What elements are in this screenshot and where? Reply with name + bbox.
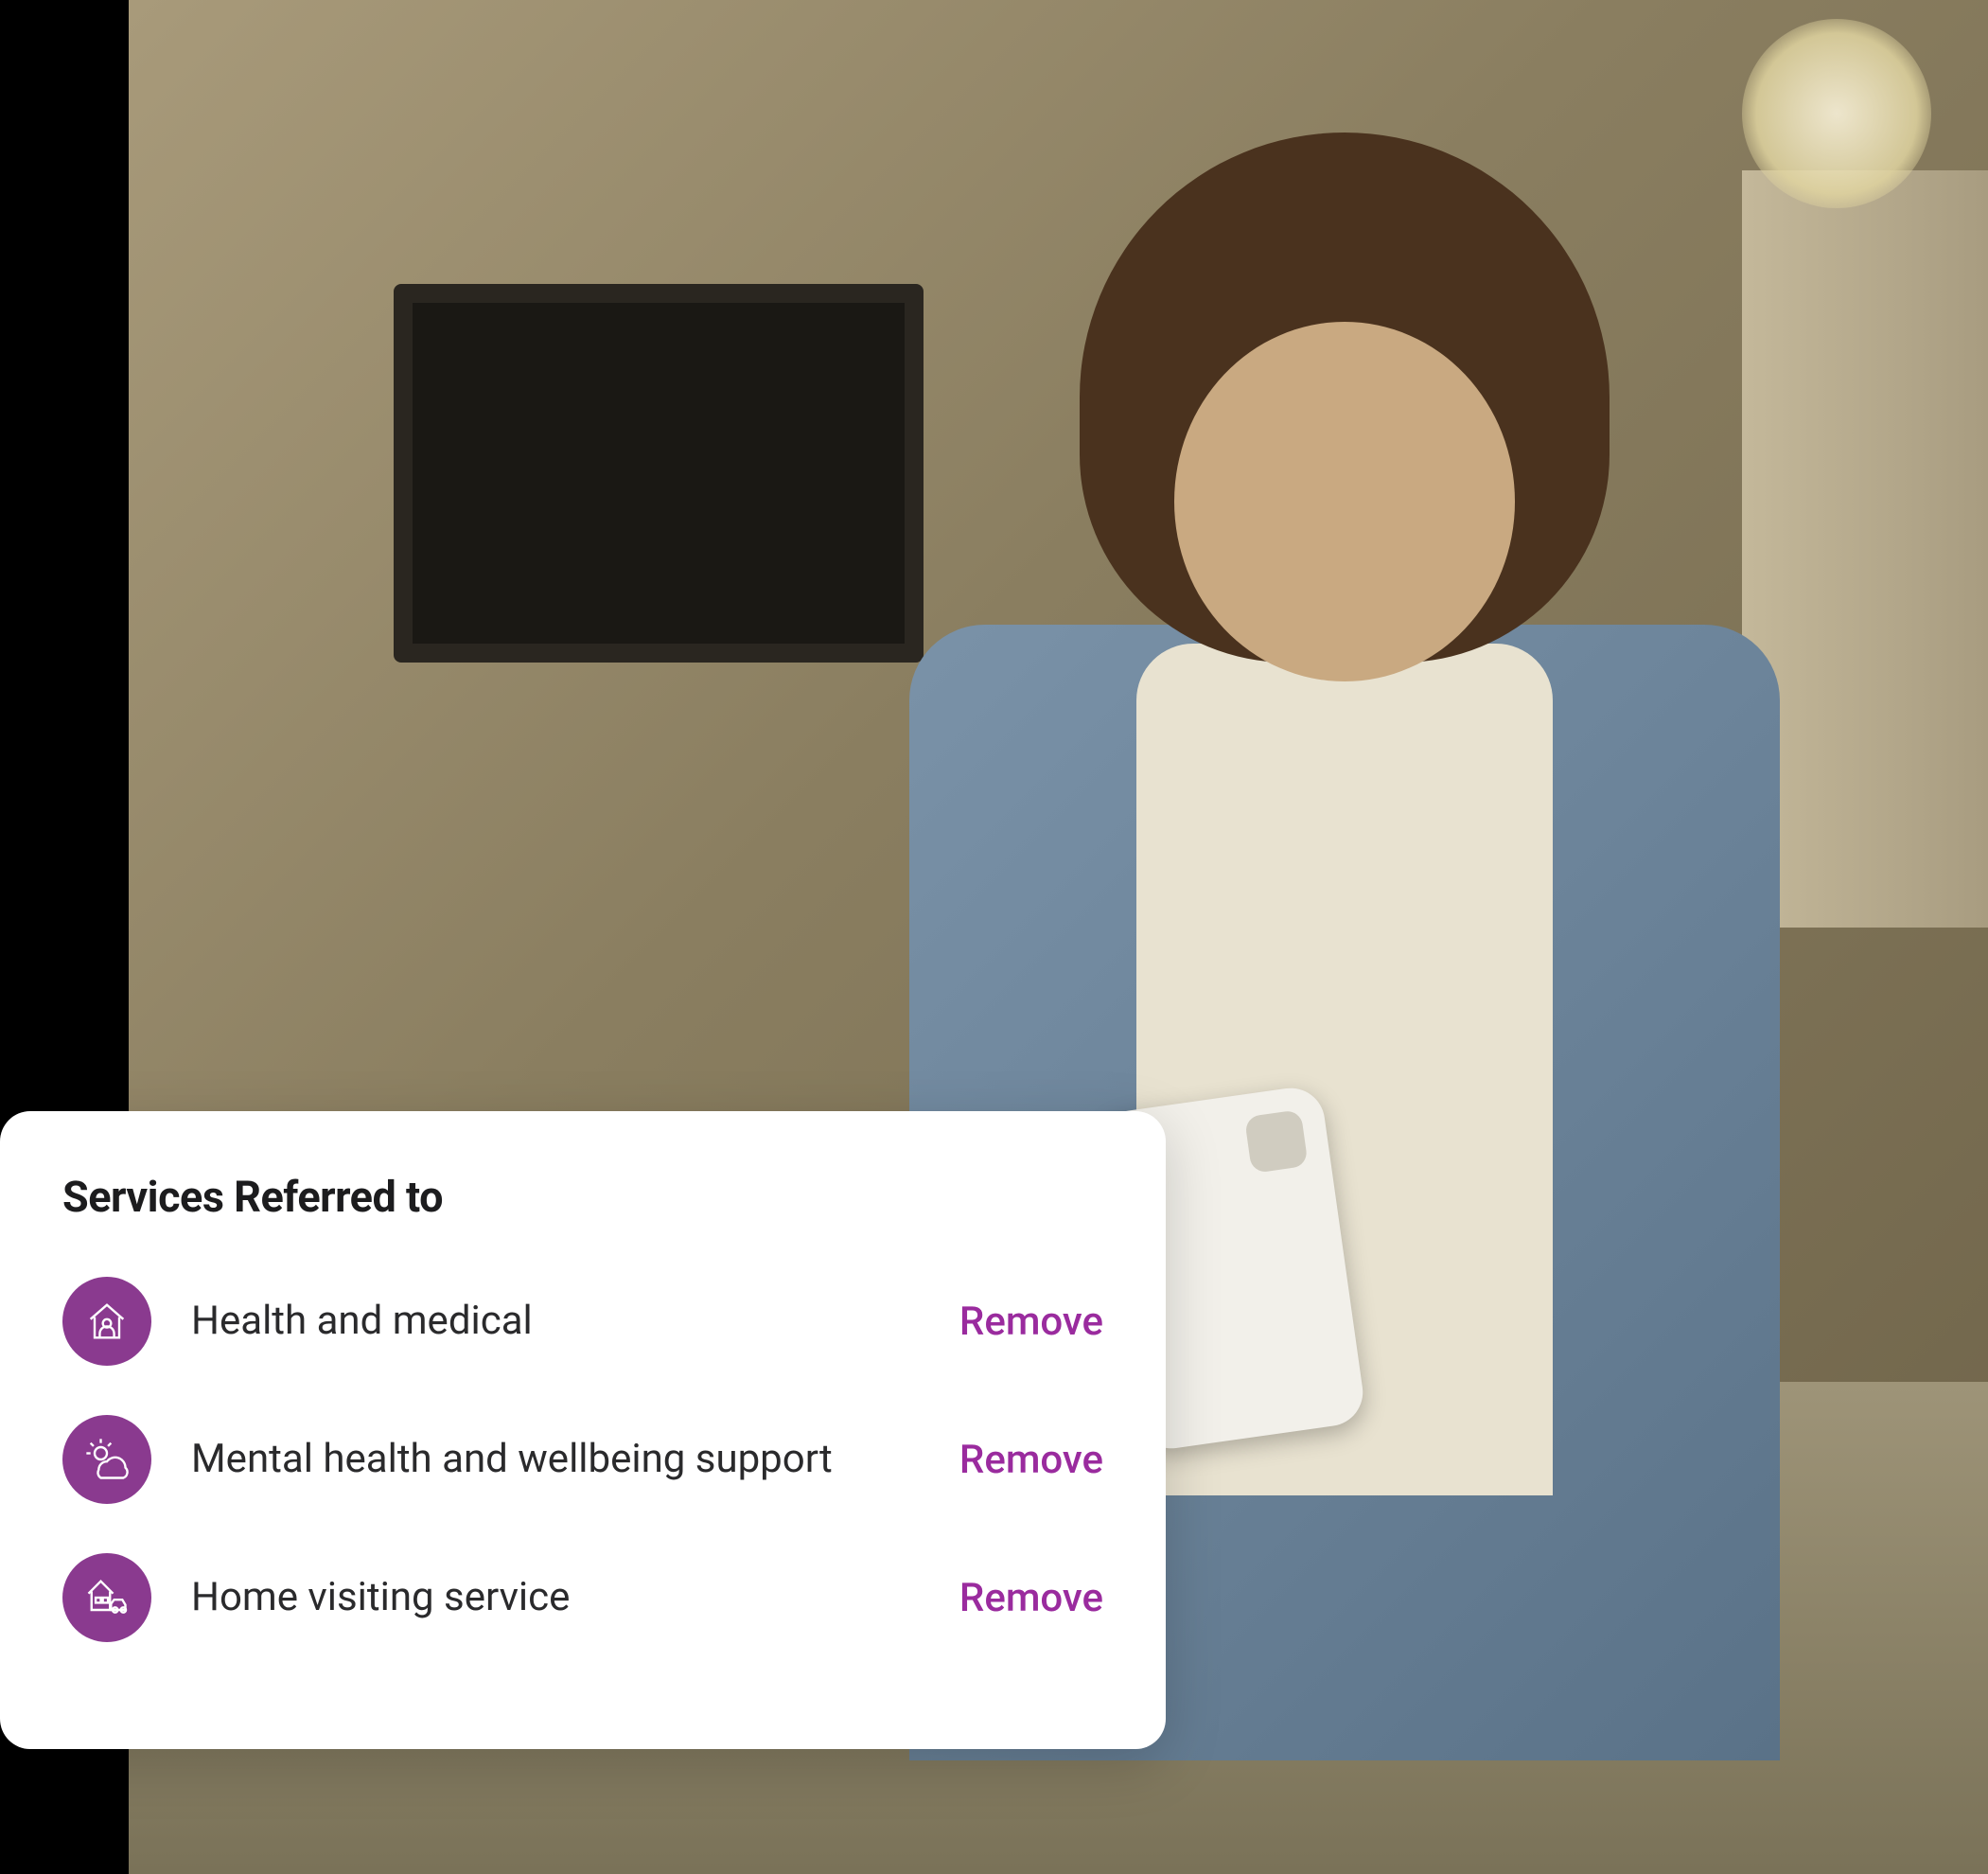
service-row-mental-health: Mental health and wellbeing support Remo…	[62, 1415, 1103, 1504]
service-label: Home visiting service	[191, 1572, 959, 1623]
remove-button[interactable]: Remove	[959, 1299, 1103, 1345]
service-row-home-visiting: Home visiting service Remove	[62, 1553, 1103, 1642]
house-car-icon	[62, 1553, 151, 1642]
card-title: Services Referred to	[62, 1172, 1103, 1222]
sun-cloud-icon	[62, 1415, 151, 1504]
house-person-icon	[62, 1277, 151, 1366]
service-label: Mental health and wellbeing support	[191, 1434, 959, 1485]
services-card: Services Referred to Health and medical …	[0, 1111, 1166, 1749]
remove-button[interactable]: Remove	[959, 1437, 1103, 1483]
service-label: Health and medical	[191, 1296, 959, 1347]
service-row-health: Health and medical Remove	[62, 1277, 1103, 1366]
remove-button[interactable]: Remove	[959, 1575, 1103, 1621]
